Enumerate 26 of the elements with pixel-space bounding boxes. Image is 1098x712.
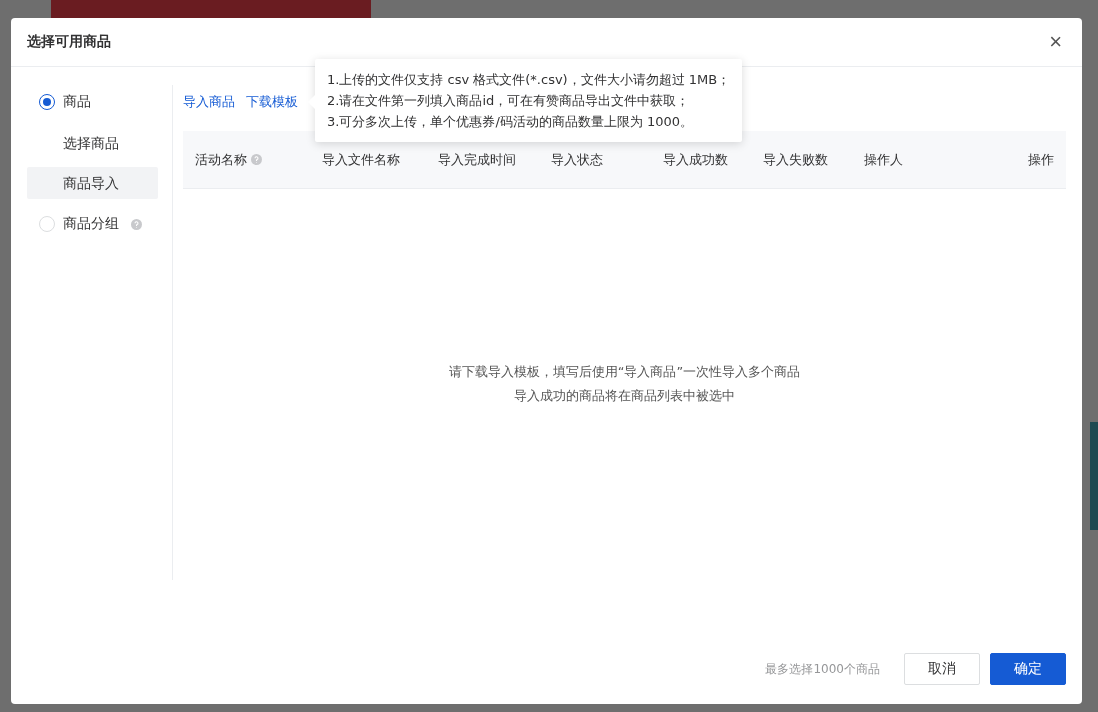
empty-message: 导入成功的商品将在商品列表中被选中 <box>514 386 735 405</box>
column-header: 导入成功数 <box>663 150 728 169</box>
close-button[interactable]: × <box>1045 31 1066 53</box>
radio-label[interactable]: 商品分组 <box>63 215 119 233</box>
column-header: 导入状态 <box>551 150 603 169</box>
column-header: 活动名称 <box>195 150 247 169</box>
tooltip-text: 1.上传的文件仅支持 csv 格式文件(*.csv)，文件大小请勿超过 1MB； <box>327 71 731 89</box>
confirm-button[interactable]: 确定 <box>990 653 1066 685</box>
link[interactable]: 导入商品 <box>183 93 235 111</box>
menu-item[interactable]: 选择商品 <box>27 127 158 159</box>
tooltip-text: 2.请在文件第一列填入商品id，可在有赞商品导出文件中获取； <box>327 92 691 110</box>
column-header: 导入完成时间 <box>438 150 516 169</box>
column-header: 操作人 <box>864 150 903 169</box>
column-header: 操作 <box>1028 150 1054 169</box>
column-header: 导入文件名称 <box>322 150 400 169</box>
hint-text: 最多选择1000个商品 <box>765 660 880 678</box>
tooltip-text: 3.可分多次上传，单个优惠券/码活动的商品数量上限为 1000。 <box>327 113 694 131</box>
link[interactable]: 下载模板 <box>246 93 298 111</box>
column-header: 导入失败数 <box>763 150 828 169</box>
menu-item[interactable]: 商品导入 <box>27 167 158 199</box>
radio-label[interactable]: 商品 <box>63 93 91 111</box>
dialog-title: 选择可用商品 <box>27 33 111 51</box>
help-icon[interactable] <box>131 218 142 230</box>
cancel-button[interactable]: 取消 <box>904 653 980 685</box>
help-icon[interactable] <box>251 154 262 165</box>
empty-message: 请下载导入模板，填写后使用“导入商品”一次性导入多个商品 <box>448 362 801 381</box>
